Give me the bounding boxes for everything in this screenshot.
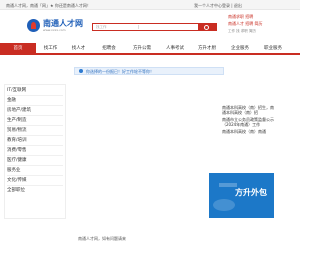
news-item[interactable]: 南通本科高校（南）南通 [222,129,274,134]
news-item[interactable]: 南通市立公务员政策监督公示（2024年南通）工作 [222,117,274,127]
nav-item-public[interactable]: 方升公需 [128,45,156,55]
sidebar-item-manufacture[interactable]: 生产/制造 [7,117,27,123]
sidebar-divider [7,105,63,106]
nav-item-talent[interactable]: 方升才厨 [193,45,221,55]
promo-line-3: 工作 找 求职 简历 [228,29,256,33]
sidebar-item-media[interactable]: 文化/传媒 [7,177,27,183]
sidebar-item-all[interactable]: 全部职位 [7,187,25,193]
sidebar-item-it[interactable]: IT/互联网 [7,87,26,93]
category-sidebar: IT/互联网 金融 房地产/建筑 生产/制造 贸易/物流 教育/培训 消费/零售… [4,84,66,219]
search-bar[interactable]: 找工作 [92,23,217,31]
sidebar-divider [7,135,63,136]
main-nav: 首页 找工作 找人才 招聘会 方升公需 人事考试 方升才厨 企业服务 职业服务 [0,43,300,55]
nav-item-home[interactable]: 首页 [0,43,36,55]
sidebar-divider [7,95,63,96]
sidebar-item-service[interactable]: 服务业 [7,167,21,173]
sidebar-divider [7,125,63,126]
tip-text: 你选择的一份报已！好工作轮不等你！ [86,69,154,74]
nav-item-find-talent[interactable]: 找人才 [66,45,91,55]
promo-line-2: 南通人才 招聘 简历 [228,21,263,26]
logo-mark-icon [27,19,40,32]
news-list: 南通本科高校（南）招生，南通本科高校（南）招 南通市立公务员政策监督公示（202… [222,105,274,160]
info-icon [79,69,83,73]
main-content [70,84,220,219]
sidebar-item-education[interactable]: 教育/培训 [7,137,27,143]
sidebar-item-medical[interactable]: 医疗/健康 [7,157,27,163]
promo-line-1: 南通求职 招聘 [228,14,254,19]
news-item[interactable]: 南通本科高校（南）招生，南通本科高校（南）招 [222,105,274,115]
sidebar-item-realestate[interactable]: 房地产/建筑 [7,107,31,113]
site-logo[interactable]: 南通人才网 www.xxxx.com [27,18,83,36]
footer-text: 南通人才网，如有问题请来 [78,236,126,241]
sidebar-divider [7,145,63,146]
nav-item-job-fair[interactable]: 招聘会 [95,45,123,55]
sidebar-item-retail[interactable]: 消费/零售 [7,147,27,153]
sidebar-item-trade[interactable]: 贸易/物流 [7,127,27,133]
login-links[interactable]: 我一个人才中心登录 | 退出 [194,3,242,9]
logo-domain: www.xxxx.com [43,28,66,32]
sidebar-item-finance[interactable]: 金融 [7,97,16,103]
sidebar-divider [7,175,63,176]
outsourcing-banner[interactable]: 方升外包 [209,173,274,218]
banner-title: 方升外包 [235,188,267,197]
top-notice: 南通人才网，南通「网」★ 你还是南通人才网！ [6,3,91,8]
search-button[interactable] [198,24,216,30]
nav-item-exam[interactable]: 人事考试 [161,45,189,55]
search-separator [138,25,139,29]
sidebar-divider [7,155,63,156]
nav-item-find-job[interactable]: 找工作 [38,45,63,55]
nav-item-enterprise[interactable]: 企业服务 [226,45,254,55]
promo-block[interactable]: 南通求职 招聘 南通人才 招聘 简历 工作 找 求职 简历 [228,14,278,36]
tip-banner[interactable]: 你选择的一份报已！好工作轮不等你！ [74,67,224,75]
nav-item-career[interactable]: 职业服务 [259,45,287,55]
sidebar-divider [7,115,63,116]
top-bar: 南通人才网，南通「网」★ 你还是南通人才网！ 我一个人才中心登录 | 退出 [0,0,300,10]
sidebar-divider [7,165,63,166]
search-input[interactable]: 找工作 [96,25,107,30]
sidebar-divider [7,185,63,186]
banner-decor [213,199,235,211]
